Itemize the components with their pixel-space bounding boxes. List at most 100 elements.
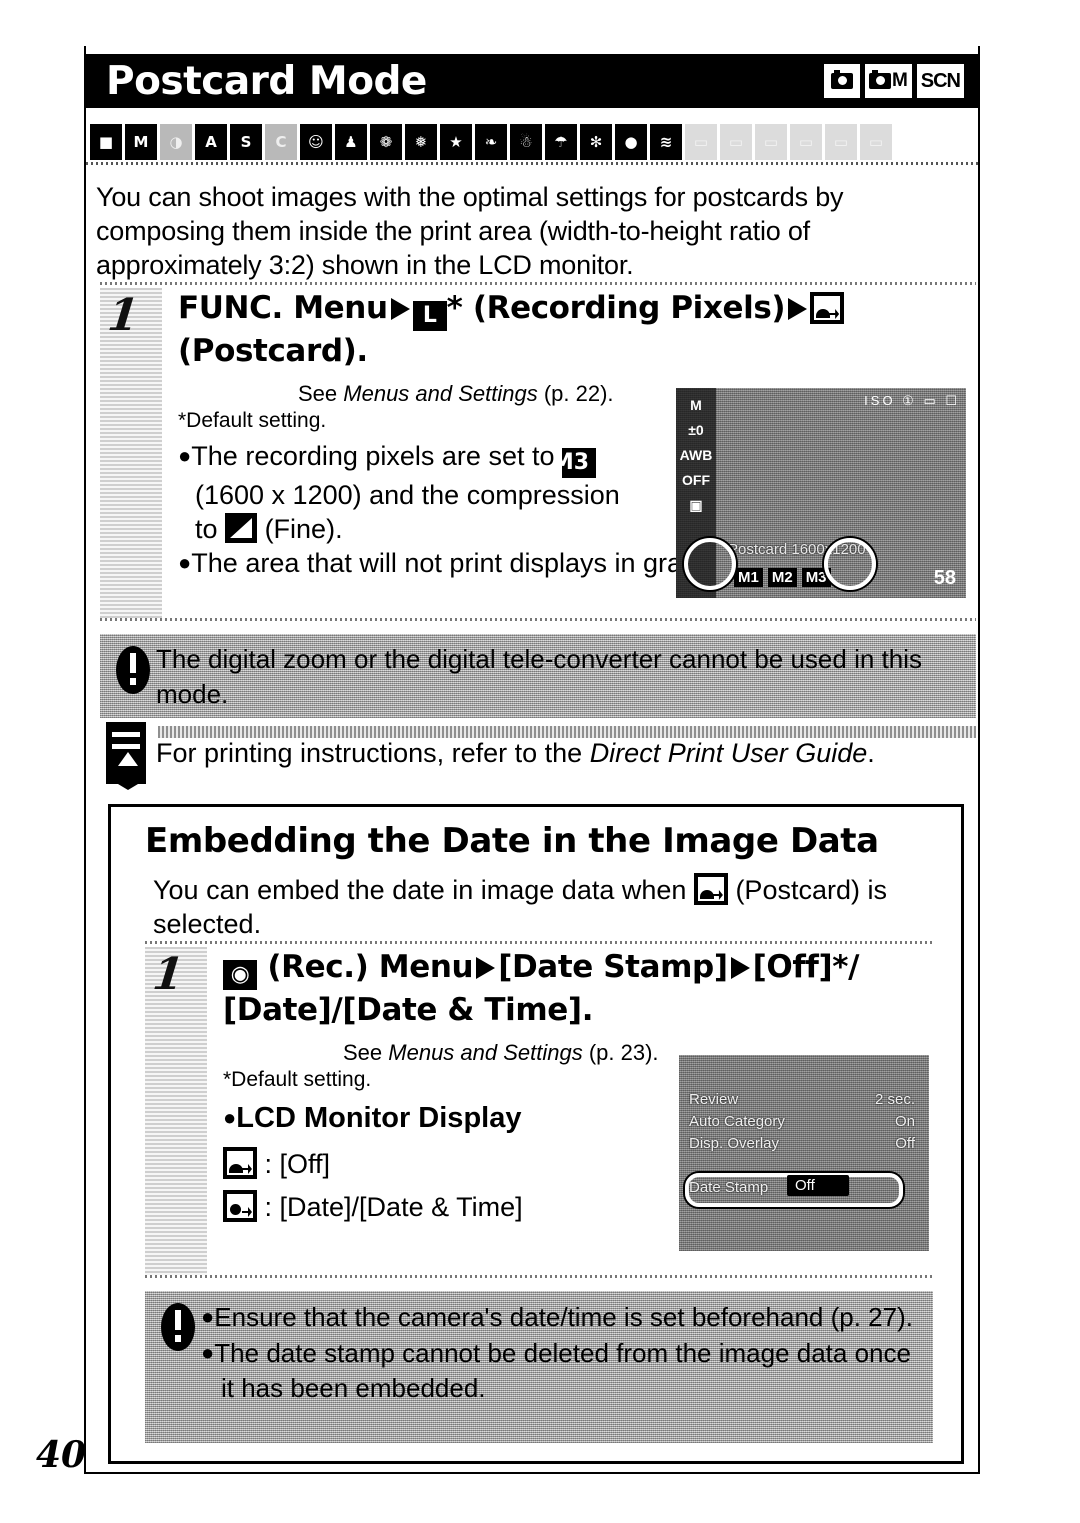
page-number: 40 [36,1434,87,1476]
portrait-mode-icon: ☺ [300,124,332,160]
bullet-dot: ● [201,1340,215,1365]
section-2-intro: You can embed the date in image data whe… [153,873,887,939]
highlight-ring-right [824,538,876,590]
reference-note-direct-print: For printing instructions, refer to the … [100,722,976,794]
night-snapshot-icon: ♟ [335,124,367,160]
step2-title-off: [Off]*/ [752,949,860,985]
lcd-top-icons: ISO ① ▭ ☐ [864,393,960,408]
reference-text: For printing instructions, refer to the … [156,738,875,768]
lcd-mode-label: M [690,397,702,413]
step-number-band: 1 [145,947,207,1277]
lcd-exposure: ±0 [688,422,704,438]
scn-badge: SCN [916,64,964,98]
print-icon: ▭ [790,124,822,160]
mymenu-icon: ▭ [860,124,892,160]
snow-icon: ☃ [510,124,542,160]
arrow-icon [730,957,750,979]
camera-icon [868,70,891,89]
warning-text-list: ●Ensure that the camera's date/time is s… [201,1299,923,1435]
step1-bottom-rule [100,618,976,621]
step1-title-pixels: * (Recording Pixels) [446,290,786,326]
indoor-icon: ❅ [405,124,437,160]
lcd-option-m1: M1 [734,567,763,587]
direct-print-guide-ref: Direct Print User Guide [589,738,868,768]
arrow-icon [390,298,410,320]
warning-item: ●The date stamp cannot be deleted from t… [201,1338,911,1403]
mode-badges: M SCN [823,64,964,98]
manual-mode-icon: M [125,124,157,160]
lcd-screenshot-datestamp: Review 2 sec. Auto Category On Disp. Ove… [679,1055,929,1251]
fine-compression-icon [225,513,258,543]
auto-mode-icon: ■ [90,124,122,160]
postcard-date-icon [223,1190,257,1222]
strip-divider [86,162,978,165]
camera-icon [830,70,853,89]
underwater-icon: ≋ [650,124,682,160]
lcd-screenshot-postcard: M ±0 AWB OFF ▣ ISO ① ▭ ☐ Postcard 1600x1… [676,388,966,598]
exclamation-icon [110,642,156,710]
section-2-title: Embedding the Date in the Image Data [145,821,879,861]
step2-top-rule [145,941,933,944]
step2-title-date: [Date]/[Date & Time]. [223,992,594,1028]
step-2-title: ◉ (Rec.) Menu [Date Stamp] [Off]*/ [Date]/… [223,947,933,1030]
postcard-icon [693,873,728,905]
playback-icon: ▭ [755,124,787,160]
camera-badge [823,64,860,98]
menus-settings-ref: Menus and Settings [388,1040,583,1065]
camera-m-badge-label: M [891,70,908,91]
lcd-metering: ▣ [689,497,703,513]
step2-bottom-rule [145,1275,933,1278]
lcd-flash: OFF [682,472,710,488]
m3-key: M3 [552,448,596,478]
intro-paragraph: You can shoot images with the optimal se… [96,182,844,280]
step1-top-rule [100,282,976,285]
step-number-band: 1 [100,288,162,618]
camera-m-badge: M [864,64,912,98]
digital-macro-icon: ◑ [160,124,192,160]
step2-title-datestamp: [Date Stamp] [498,949,728,985]
manual-page: Postcard Mode M SCN ■ M ◑ A S C ☺ ♟ ❁ ❅ ★ ❧ ☃ ☂ ✻ ● ≋ ▭ ▭ ▭… [0,0,1080,1523]
setup-icon: ▭ [825,124,857,160]
section-header: Postcard Mode M SCN [84,54,980,108]
aquarium-icon: ● [615,124,647,160]
exclamation-icon [155,1299,201,1435]
step1-title-menu: FUNC. Menu [178,290,388,326]
section-embedding-date: Embedding the Date in the Image Data You… [108,804,964,1464]
lcd-shot-counter: 58 [933,567,956,589]
bullet-dot: ● [201,1304,215,1329]
step-1-title: FUNC. Menu L * (Recording Pixels) (Postcar… [178,288,976,371]
menu-row-auto-category: Auto Category On [689,1113,915,1130]
postcard-icon [810,292,845,324]
aperture-priority-icon: A [195,124,227,160]
rec-menu-icon: ◉ [223,960,257,990]
postcard-icon [223,1147,257,1179]
custom-mode-icon: C [265,124,297,160]
highlight-ring-left [684,538,736,590]
arrow-icon [476,957,496,979]
foliage-icon: ❧ [475,124,507,160]
step-number: 1 [105,290,142,341]
kids-pets-icon: ❁ [370,124,402,160]
warning-note-date-stamp: ●Ensure that the camera's date/time is s… [145,1291,933,1443]
party-icon: ★ [440,124,472,160]
warning-note-digital-zoom: The digital zoom or the digital tele-con… [100,634,976,718]
warning-item: ●Ensure that the camera's date/time is s… [201,1302,913,1332]
lcd-white-balance: AWB [679,447,713,463]
menu-row-review: Review 2 sec. [689,1091,915,1108]
document-icon [100,722,156,790]
movie-icon: ▭ [720,124,752,160]
fireworks-icon: ✻ [580,124,612,160]
bullet-dot: ● [178,550,192,575]
bullet-dot: ● [223,1105,237,1130]
menus-settings-ref: Menus and Settings [343,381,538,406]
beach-icon: ☂ [545,124,577,160]
recording-pixels-key: L [412,301,447,331]
page-title: Postcard Mode [106,58,427,104]
shutter-priority-icon: S [230,124,262,160]
step2-title-rec: (Rec.) Menu [267,949,474,985]
warning-text: The digital zoom or the digital tele-con… [156,644,922,709]
mode-icon-strip: ■ M ◑ A S C ☺ ♟ ❁ ❅ ★ ❧ ☃ ☂ ✻ ● ≋ ▭ ▭ ▭ ▭ ▭ ▭ [86,120,978,164]
stitch-assist-icon: ▭ [685,124,717,160]
arrow-icon [788,298,808,320]
step-number: 1 [150,949,187,1000]
